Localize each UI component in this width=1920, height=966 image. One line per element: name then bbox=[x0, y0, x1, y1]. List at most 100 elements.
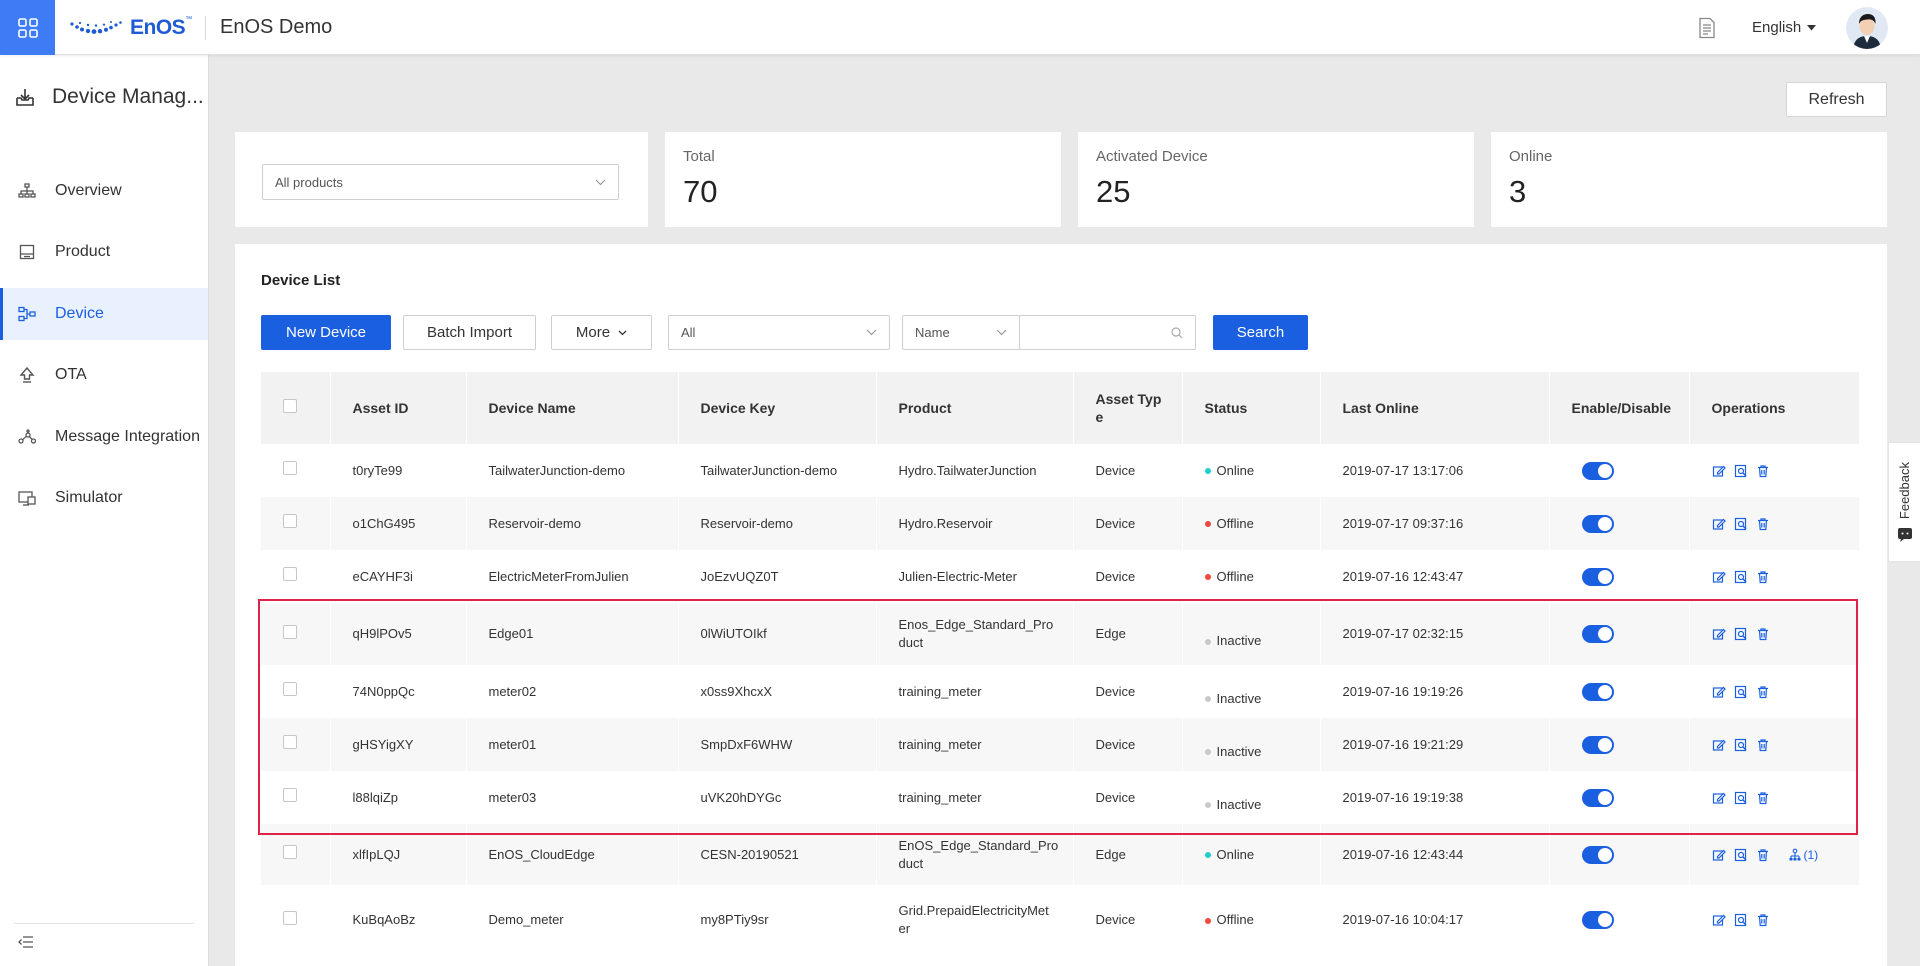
search-icon bbox=[1171, 326, 1183, 338]
document-icon[interactable] bbox=[1697, 17, 1717, 42]
search-input[interactable] bbox=[1019, 315, 1196, 350]
table-row[interactable]: 74N0ppQc meter02 x0ss9XhcxX training_meter D… bbox=[261, 665, 1860, 718]
row-checkbox[interactable] bbox=[283, 788, 297, 802]
sidebar-item-product[interactable]: Product bbox=[0, 226, 208, 278]
column-header[interactable]: Device Key bbox=[678, 372, 877, 444]
column-header[interactable]: Operations bbox=[1689, 372, 1860, 444]
status-filter-select[interactable]: All bbox=[668, 315, 890, 350]
sidebar-title: Device Manag... bbox=[52, 85, 204, 108]
delete-icon[interactable] bbox=[1756, 570, 1770, 584]
batch-import-button[interactable]: Batch Import bbox=[403, 315, 536, 350]
view-detail-icon[interactable] bbox=[1734, 627, 1748, 641]
row-checkbox[interactable] bbox=[283, 845, 297, 859]
enable-toggle[interactable] bbox=[1581, 788, 1614, 807]
row-checkbox[interactable] bbox=[283, 514, 297, 528]
select-all-checkbox[interactable] bbox=[283, 399, 297, 413]
topology-icon bbox=[1789, 848, 1800, 860]
refresh-button[interactable]: Refresh bbox=[1786, 82, 1887, 117]
enable-toggle[interactable] bbox=[1581, 461, 1614, 480]
sidebar-item-simulator[interactable]: Simulator bbox=[0, 472, 208, 524]
row-checkbox[interactable] bbox=[283, 682, 297, 696]
delete-icon[interactable] bbox=[1756, 685, 1770, 699]
language-label: English bbox=[1752, 19, 1802, 36]
row-checkbox[interactable] bbox=[283, 461, 297, 475]
view-detail-icon[interactable] bbox=[1734, 570, 1748, 584]
product-select[interactable]: All products bbox=[262, 164, 619, 200]
delete-icon[interactable] bbox=[1756, 848, 1770, 862]
row-checkbox[interactable] bbox=[283, 910, 297, 925]
edit-icon[interactable] bbox=[1712, 848, 1726, 862]
column-header[interactable]: Asset Typ e bbox=[1073, 372, 1183, 444]
search-field-select[interactable]: Name bbox=[902, 315, 1020, 350]
edit-icon[interactable] bbox=[1712, 738, 1726, 752]
table-row[interactable]: l88lqiZp meter03 uVK20hDYGc training_meter D… bbox=[261, 771, 1860, 824]
column-header[interactable]: Enable/Disable bbox=[1549, 372, 1690, 444]
view-detail-icon[interactable] bbox=[1734, 517, 1748, 531]
new-device-button[interactable]: New Device bbox=[261, 315, 391, 350]
status-label: Inactive bbox=[1216, 796, 1262, 812]
column-header[interactable]: Asset ID bbox=[330, 372, 467, 444]
app-switcher-button[interactable] bbox=[0, 0, 55, 55]
column-header[interactable]: Last Online bbox=[1320, 372, 1550, 444]
table-row[interactable]: xlfIpLQJ EnOS_CloudEdge CESN-20190521 EnOS_… bbox=[261, 824, 1860, 885]
enable-toggle[interactable] bbox=[1581, 682, 1614, 701]
sidebar-item-overview[interactable]: Overview bbox=[0, 165, 208, 217]
column-header[interactable]: Status bbox=[1182, 372, 1321, 444]
view-detail-icon[interactable] bbox=[1734, 464, 1748, 478]
view-detail-icon[interactable] bbox=[1734, 738, 1748, 752]
edit-icon[interactable] bbox=[1712, 685, 1726, 699]
logo-dots-icon bbox=[70, 21, 122, 34]
delete-icon[interactable] bbox=[1756, 791, 1770, 805]
grid-icon bbox=[17, 17, 38, 38]
edit-icon[interactable] bbox=[1712, 464, 1726, 478]
enable-toggle[interactable] bbox=[1581, 735, 1614, 754]
table-row[interactable]: o1ChG495 Reservoir-demo Reservoir-demo Hydr… bbox=[261, 497, 1860, 550]
delete-icon[interactable] bbox=[1756, 517, 1770, 531]
edit-icon[interactable] bbox=[1712, 913, 1726, 927]
delete-icon[interactable] bbox=[1756, 464, 1770, 478]
view-detail-icon[interactable] bbox=[1734, 848, 1748, 862]
column-header[interactable]: Product bbox=[876, 372, 1074, 444]
search-button[interactable]: Search bbox=[1213, 315, 1308, 350]
feedback-tab[interactable]: Feedback bbox=[1888, 442, 1920, 562]
edit-icon[interactable] bbox=[1712, 517, 1726, 531]
user-avatar[interactable] bbox=[1846, 7, 1888, 49]
enable-toggle[interactable] bbox=[1581, 567, 1614, 586]
column-header[interactable]: Device Name bbox=[466, 372, 679, 444]
edit-icon[interactable] bbox=[1712, 791, 1726, 805]
row-checkbox[interactable] bbox=[283, 624, 297, 639]
row-checkbox[interactable] bbox=[283, 567, 297, 581]
delete-icon[interactable] bbox=[1756, 738, 1770, 752]
table-row[interactable]: qH9lPOv5 Edge01 0lWiUTOIkf Enos_Edge_Standa… bbox=[261, 603, 1860, 665]
asset-id-cell: gHSYigXY bbox=[330, 718, 467, 771]
chevron-down-icon bbox=[996, 329, 1007, 336]
asset-id-cell: 74N0ppQc bbox=[330, 665, 467, 718]
sidebar-item-ota[interactable]: OTA bbox=[0, 349, 208, 401]
enable-toggle[interactable] bbox=[1581, 514, 1614, 533]
enable-toggle[interactable] bbox=[1581, 845, 1614, 864]
sidebar-item-device[interactable]: Device bbox=[0, 288, 208, 340]
table-row[interactable]: gHSYigXY meter01 SmpDxF6WHW training_meter D… bbox=[261, 718, 1860, 771]
edit-icon[interactable] bbox=[1712, 627, 1726, 641]
enable-toggle[interactable] bbox=[1581, 625, 1614, 644]
status-label: Inactive bbox=[1216, 690, 1262, 706]
row-operations bbox=[1712, 570, 1859, 584]
table-row[interactable]: KuBqAoBz Demo_meter my8PTiy9sr Grid.Prepaid… bbox=[261, 885, 1860, 955]
view-detail-icon[interactable] bbox=[1734, 791, 1748, 805]
view-detail-icon[interactable] bbox=[1734, 913, 1748, 927]
view-detail-icon[interactable] bbox=[1734, 685, 1748, 699]
enable-toggle[interactable] bbox=[1581, 911, 1614, 930]
delete-icon[interactable] bbox=[1756, 913, 1770, 927]
edit-icon[interactable] bbox=[1712, 570, 1726, 584]
row-checkbox[interactable] bbox=[283, 735, 297, 749]
more-dropdown-button[interactable]: More bbox=[551, 315, 652, 350]
collapse-menu-icon bbox=[18, 936, 33, 948]
delete-icon[interactable] bbox=[1756, 627, 1770, 641]
enos-logo[interactable]: EnOS™ bbox=[68, 14, 192, 42]
table-row[interactable]: t0ryTe99 TailwaterJunction-demo TailwaterJ… bbox=[261, 444, 1860, 497]
collapse-sidebar-button[interactable] bbox=[18, 935, 34, 952]
sidebar-item-message-integration[interactable]: Message Integration bbox=[0, 411, 208, 463]
language-dropdown[interactable]: English bbox=[1752, 19, 1817, 36]
table-row[interactable]: eCAYHF3i ElectricMeterFromJulien JoEzvUQZ0… bbox=[261, 550, 1860, 603]
sub-devices-link[interactable]: (1) bbox=[1788, 846, 1818, 864]
